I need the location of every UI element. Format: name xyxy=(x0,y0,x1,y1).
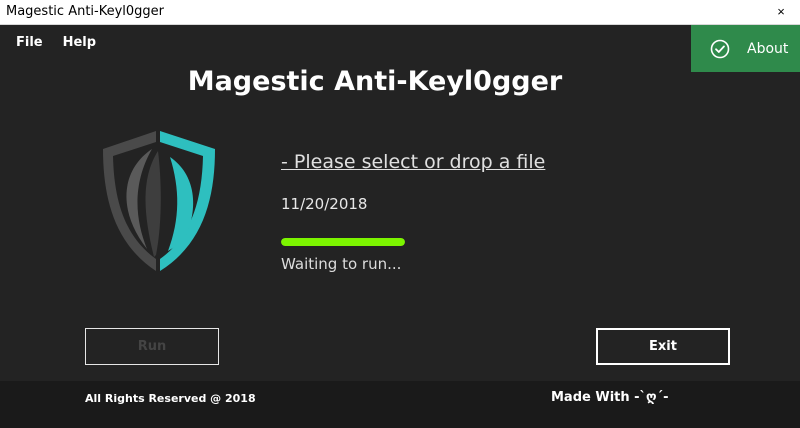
about-button[interactable]: About xyxy=(691,25,800,72)
run-button[interactable]: Run xyxy=(85,328,219,365)
about-label: About xyxy=(747,40,789,57)
app-window: File Help About Magestic Anti-Keyl0gger … xyxy=(0,25,800,428)
menu-bar: File Help xyxy=(16,35,96,50)
menu-item-file[interactable]: File xyxy=(16,35,43,50)
close-icon[interactable]: × xyxy=(768,3,794,21)
footer: All Rights Reserved @ 2018 Made With -`ღ… xyxy=(0,381,800,428)
copyright-text: All Rights Reserved @ 2018 xyxy=(85,392,256,405)
app-title: Magestic Anti-Keyl0gger xyxy=(187,66,563,97)
progress-fill xyxy=(281,238,405,246)
title-bar: Magestic Anti-Keyl0gger × xyxy=(0,0,800,25)
select-file-link[interactable]: - Please select or drop a file xyxy=(281,151,545,173)
check-circle-icon xyxy=(710,39,730,58)
made-with-text: Made With -`ღ´- xyxy=(551,390,669,405)
shield-icon xyxy=(103,131,215,271)
window-title: Magestic Anti-Keyl0gger xyxy=(6,4,165,19)
date-label: 11/20/2018 xyxy=(281,195,368,213)
menu-item-help[interactable]: Help xyxy=(63,35,96,50)
progress-bar xyxy=(281,238,405,246)
status-text: Waiting to run... xyxy=(281,255,402,273)
exit-button[interactable]: Exit xyxy=(596,328,730,365)
